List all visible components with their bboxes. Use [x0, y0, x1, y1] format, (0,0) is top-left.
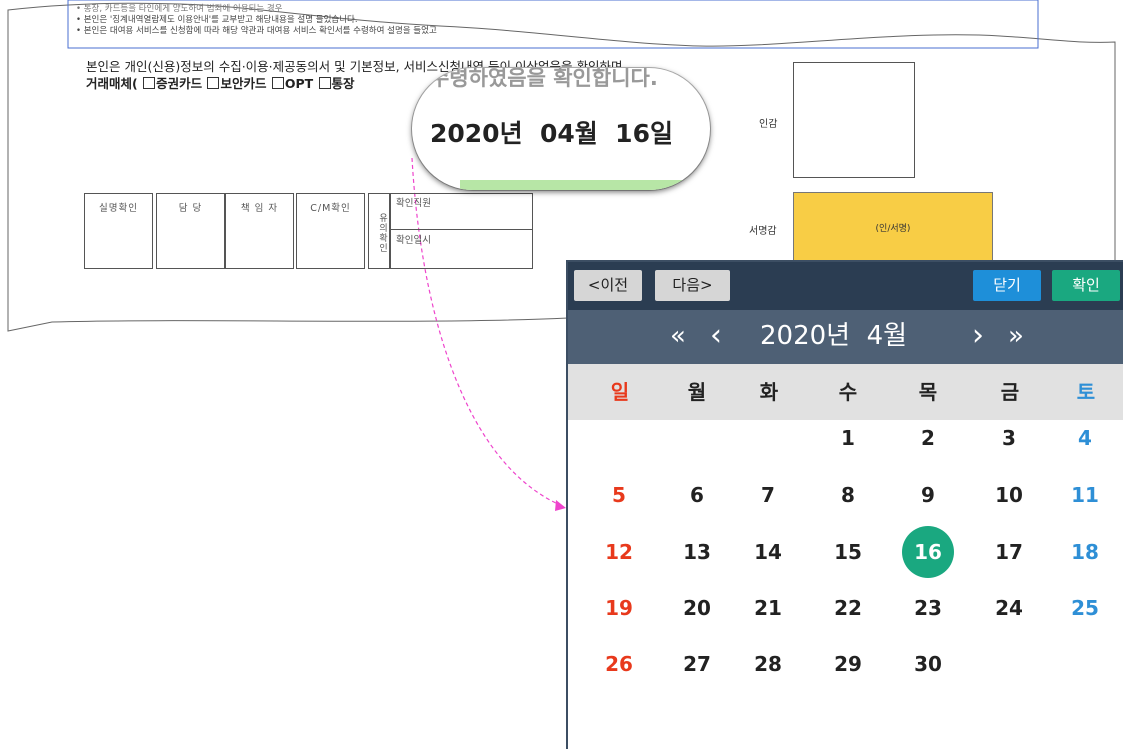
notice-line: • 본인은 '징계내역열람제도 이용안내'를 교부받고 해당내용을 설명 들었습…	[76, 15, 358, 25]
day-cell[interactable]: 5	[589, 475, 649, 515]
notice-line: • 본인은 대여용 서비스를 신청함에 따라 해당 약관과 대여용 서비스 확인…	[76, 26, 437, 36]
day-cell[interactable]: 15	[818, 532, 878, 572]
reviewer-label: 유의확인	[368, 193, 390, 269]
day-cell[interactable]: 25	[1055, 588, 1115, 628]
ok-button[interactable]: 확인	[1052, 270, 1120, 301]
day-cell[interactable]: 3	[979, 418, 1039, 458]
weekday-sat: 토	[1076, 380, 1096, 404]
day-cell[interactable]: 20	[667, 588, 727, 628]
prev-button[interactable]: <이전	[574, 270, 642, 301]
date-underline	[460, 180, 690, 190]
prev-month-icon[interactable]: ‹	[710, 319, 722, 353]
day-cell[interactable]: 8	[818, 475, 878, 515]
day-cell[interactable]: 27	[667, 644, 727, 684]
weekday-sun: 일	[610, 380, 630, 404]
next-year-icon[interactable]: »	[1008, 319, 1024, 353]
approval-cell-supervisor: 책 임 자	[225, 193, 294, 269]
day-cell[interactable]: 1	[818, 418, 878, 458]
day-cell[interactable]: 7	[738, 475, 798, 515]
approval-cell-manager: 담 당	[156, 193, 225, 269]
day-cell[interactable]: 18	[1055, 532, 1115, 572]
signature-placeholder: (인/서명)	[875, 224, 911, 234]
signed-date[interactable]: 2020년 04월 16일	[430, 114, 673, 150]
media-checkbox[interactable]	[271, 77, 284, 89]
notice-lines: • 통장, 카드등을 타인에게 양도하여 범죄에 이용되는 경우 • 본인은 '…	[76, 4, 437, 37]
media-option: 증권카드	[156, 76, 203, 91]
date-picker: <이전 다음> 닫기 확인 « ‹ 2020년 4월 › » 일 월 화 수 목…	[568, 262, 1123, 749]
selected-day-cell[interactable]: 16	[898, 532, 958, 572]
day-cell[interactable]: 24	[979, 588, 1039, 628]
weekday-tue: 화	[759, 380, 779, 404]
day-cell[interactable]: 21	[738, 588, 798, 628]
close-button[interactable]: 닫기	[973, 270, 1041, 301]
notice-line: • 통장, 카드등을 타인에게 양도하여 범죄에 이용되는 경우	[76, 4, 283, 14]
day-cell[interactable]: 2	[898, 418, 958, 458]
day-cell[interactable]: 17	[979, 532, 1039, 572]
day-cell[interactable]: 14	[738, 532, 798, 572]
approval-cell-cm: C/M확인	[296, 193, 365, 269]
weekday-wed: 수	[838, 380, 858, 404]
day-cell[interactable]: 6	[667, 475, 727, 515]
media-checkbox[interactable]	[207, 77, 220, 89]
day-cell[interactable]: 23	[898, 588, 958, 628]
day-cell[interactable]: 9	[898, 475, 958, 515]
day-cell[interactable]: 10	[979, 475, 1039, 515]
magnified-confirm-text: 수령하였음을 확인합니다.	[430, 68, 658, 90]
reviewer-staff: 확인직원	[396, 198, 431, 209]
signature-box[interactable]: (인/서명)	[793, 192, 993, 262]
day-cell[interactable]: 13	[667, 532, 727, 572]
next-button[interactable]: 다음>	[655, 270, 730, 301]
media-option: OPT	[284, 76, 314, 91]
date-picker-toolbar: <이전 다음> 닫기 확인	[568, 262, 1123, 310]
weekday-row: 일 월 화 수 목 금 토	[568, 364, 1123, 420]
day-cell[interactable]: 4	[1055, 418, 1115, 458]
day-cell[interactable]: 29	[818, 644, 878, 684]
date-magnifier: 수령하였음을 확인합니다. 2020년 04월 16일	[412, 68, 710, 190]
media-prefix: 거래매체(	[86, 76, 138, 91]
reviewer-box: 확인직원 확인일시	[390, 193, 533, 269]
day-cell[interactable]: 19	[589, 588, 649, 628]
media-checkbox[interactable]	[143, 77, 156, 89]
month-title: 2020년 4월	[760, 321, 908, 351]
next-month-icon[interactable]: ›	[972, 319, 984, 353]
day-cell[interactable]: 30	[898, 644, 958, 684]
seal-box[interactable]	[793, 62, 915, 178]
signature-label: 서명감	[749, 226, 777, 237]
weekday-fri: 금	[1000, 380, 1020, 404]
day-cell[interactable]: 28	[738, 644, 798, 684]
seal-label: 인감	[759, 119, 778, 130]
media-option: 보안카드	[220, 76, 267, 91]
month-navigation: « ‹ 2020년 4월 › »	[568, 310, 1123, 364]
day-cell[interactable]: 22	[818, 588, 878, 628]
weekday-mon: 월	[687, 380, 707, 404]
day-cell[interactable]: 12	[589, 532, 649, 572]
day-cell[interactable]: 11	[1055, 475, 1115, 515]
reviewer-date: 확인일시	[396, 235, 431, 246]
prev-year-icon[interactable]: «	[670, 319, 686, 353]
day-cell[interactable]: 26	[589, 644, 649, 684]
media-option: 통장	[331, 76, 355, 91]
weekday-thu: 목	[918, 380, 938, 404]
approval-cell-realname: 실명확인	[84, 193, 153, 269]
media-checkbox[interactable]	[318, 77, 331, 89]
